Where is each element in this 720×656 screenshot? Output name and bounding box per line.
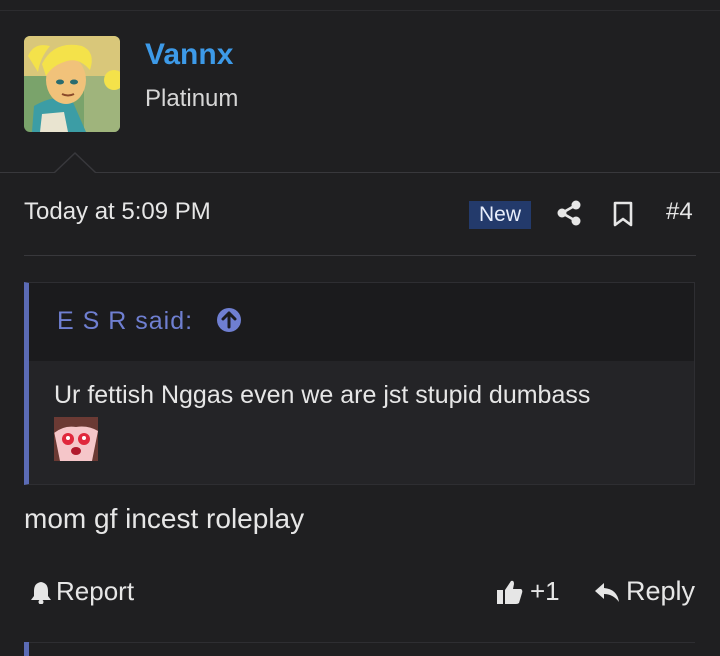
post-meta-row: Today at 5:09 PM New #4 [0, 190, 720, 236]
user-block-arrow-fill [55, 154, 95, 173]
thumbs-up-icon [497, 580, 523, 604]
quote-text: Ur fettish Nggas even we are jst stupid … [54, 381, 591, 409]
anime-face-icon [54, 417, 98, 461]
quote-block: E S R said: Ur fettish Nggas even we are… [24, 282, 695, 485]
user-title: Platinum [145, 85, 239, 112]
like-button[interactable]: +1 [496, 576, 560, 607]
post-actions-bar: Report +1 Reply [0, 570, 720, 620]
like-count: +1 [530, 576, 560, 606]
report-label: Report [56, 576, 135, 606]
next-quote-border [29, 642, 695, 643]
next-quote-accent [24, 642, 29, 656]
reply-label: Reply [626, 576, 696, 606]
post-body-text: mom gf incest roleplay [24, 503, 305, 534]
post-meta-separator [24, 255, 696, 256]
bell-icon [31, 581, 51, 604]
quote-header: E S R said: [29, 283, 694, 361]
arrow-up-circle-icon[interactable] [216, 307, 242, 333]
report-button[interactable]: Report [30, 576, 134, 607]
user-block-divider [0, 172, 720, 173]
quote-author-link[interactable]: E S R said: [57, 307, 193, 336]
cartoon-avatar-icon [24, 36, 120, 132]
user-avatar[interactable] [24, 36, 120, 132]
post-date-link[interactable]: Today at 5:09 PM [24, 198, 211, 226]
reply-arrow-icon [595, 582, 619, 602]
username-link[interactable]: Vannx [145, 38, 233, 72]
reply-button[interactable]: Reply [594, 576, 695, 607]
new-badge: New [469, 201, 531, 229]
post-number-link[interactable]: #4 [666, 198, 693, 226]
share-icon[interactable] [556, 200, 582, 226]
bookmark-icon[interactable] [611, 200, 635, 228]
anime-face-emoji [54, 417, 98, 461]
